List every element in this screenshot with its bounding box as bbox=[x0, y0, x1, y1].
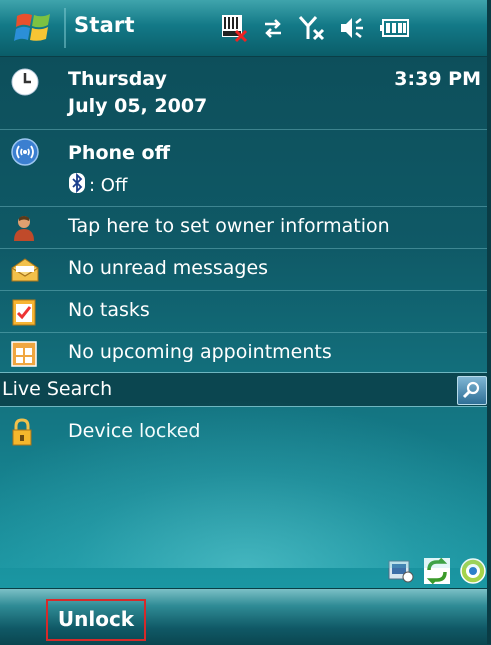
sync-device-icon[interactable] bbox=[387, 557, 415, 588]
activesync-icon[interactable] bbox=[423, 557, 451, 588]
connectivity-arrows-icon[interactable] bbox=[261, 16, 285, 40]
title-separator bbox=[64, 8, 66, 48]
appointments-label: No upcoming appointments bbox=[68, 341, 332, 363]
speaker-icon[interactable] bbox=[339, 15, 367, 41]
search-icon[interactable] bbox=[457, 376, 487, 405]
bluetooth-icon bbox=[68, 172, 86, 199]
device-screen: Start Thursday July 05, 2007 3:39 PM Pho… bbox=[0, 0, 491, 645]
today-screen: Thursday July 05, 2007 3:39 PM Phone off bbox=[0, 57, 491, 588]
status-icons bbox=[220, 10, 410, 46]
live-search-label: Live Search bbox=[2, 378, 113, 400]
messages-row[interactable]: No unread messages bbox=[0, 248, 491, 290]
device-locked-row[interactable]: Device locked bbox=[0, 412, 491, 452]
memory-card-warning-icon[interactable] bbox=[220, 13, 248, 43]
appointments-row[interactable]: No upcoming appointments bbox=[0, 332, 491, 374]
start-menu-label[interactable]: Start bbox=[74, 13, 135, 37]
title-bar: Start bbox=[0, 0, 491, 57]
live-search-bar[interactable]: Live Search bbox=[0, 372, 491, 407]
date-time-row[interactable]: Thursday July 05, 2007 3:39 PM bbox=[0, 57, 491, 129]
person-icon bbox=[10, 214, 38, 246]
owner-info-label: Tap here to set owner information bbox=[68, 215, 390, 237]
calendar-icon bbox=[10, 340, 38, 372]
owner-info-row[interactable]: Tap here to set owner information bbox=[0, 206, 491, 248]
device-locked-label: Device locked bbox=[68, 420, 201, 442]
signal-off-icon[interactable] bbox=[298, 14, 326, 42]
envelope-icon bbox=[10, 256, 40, 288]
date-label: July 05, 2007 bbox=[68, 95, 208, 117]
phone-status-title: Phone off bbox=[68, 142, 170, 164]
tasks-label: No tasks bbox=[68, 299, 150, 321]
window-edge bbox=[487, 0, 491, 644]
messages-label: No unread messages bbox=[68, 257, 269, 279]
windows-flag-icon[interactable] bbox=[14, 10, 54, 46]
bluetooth-status: : Off bbox=[68, 172, 127, 199]
wireless-manager-icon[interactable] bbox=[459, 557, 487, 588]
time-label: 3:39 PM bbox=[394, 68, 481, 90]
battery-icon[interactable] bbox=[380, 18, 410, 38]
notification-tray bbox=[387, 557, 487, 588]
clock-icon bbox=[10, 67, 40, 101]
bluetooth-status-label: : Off bbox=[89, 175, 128, 196]
tasks-row[interactable]: No tasks bbox=[0, 290, 491, 332]
unlock-button[interactable]: Unlock bbox=[46, 599, 146, 641]
softkey-bar: Unlock bbox=[0, 588, 491, 645]
phone-status-row[interactable]: Phone off : Off bbox=[0, 129, 491, 215]
clipboard-check-icon bbox=[10, 297, 38, 331]
wireless-antenna-icon bbox=[10, 137, 40, 171]
weekday-label: Thursday bbox=[68, 68, 167, 90]
padlock-icon bbox=[10, 417, 34, 451]
